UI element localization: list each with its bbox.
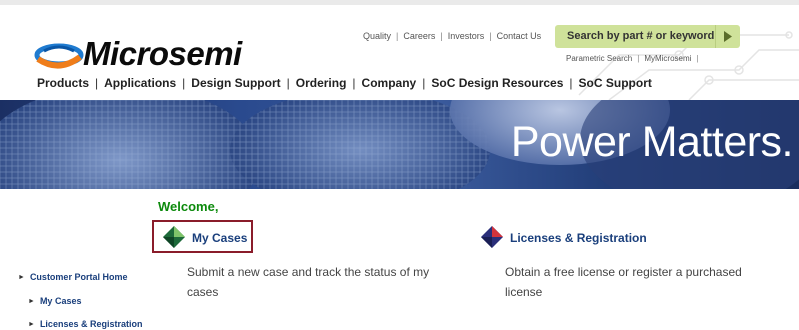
licenses-registration-link[interactable]: Licenses & Registration	[510, 231, 647, 245]
nav-item-ordering[interactable]: Ordering	[296, 76, 347, 90]
bullet-icon: ►	[28, 321, 35, 328]
nav-item-soc-design-resources[interactable]: SoC Design Resources	[431, 76, 563, 90]
welcome-heading: Welcome,	[158, 199, 219, 214]
utility-nav: Quality | Careers | Investors | Contact Us	[363, 31, 542, 41]
banner-title: Power Matters.	[510, 118, 794, 166]
util-link-parametric-search[interactable]: Parametric Search	[566, 54, 632, 63]
sidebar-item-label: Customer Portal Home	[29, 272, 128, 282]
sidebar-item-label: My Cases	[39, 296, 82, 306]
sidebar-item-my-cases[interactable]: ► My Cases	[28, 296, 81, 306]
nav-item-soc-support[interactable]: SoC Support	[579, 76, 652, 90]
search-go-button[interactable]	[715, 25, 740, 48]
nav-item-design-support[interactable]: Design Support	[191, 76, 280, 90]
licenses-description-line2: license	[505, 285, 543, 299]
my-cases-icon[interactable]	[163, 226, 185, 248]
my-cases-description-line2: cases	[187, 285, 219, 299]
bullet-icon: ►	[18, 274, 25, 281]
nav-item-applications[interactable]: Applications	[104, 76, 176, 90]
sidebar-item-customer-portal-home[interactable]: ► Customer Portal Home	[18, 272, 127, 282]
util-link-careers[interactable]: Careers	[403, 31, 435, 41]
site-header: Microsemi Quality | Careers | Investors | Cont…	[0, 5, 799, 100]
microsemi-logo-icon[interactable]	[34, 39, 84, 79]
licenses-description: Obtain a free license or register a purc…	[505, 262, 742, 302]
licenses-description-line1: Obtain a free license or register a purc…	[505, 265, 742, 279]
search-label[interactable]: Search by part # or keyword	[567, 30, 714, 42]
licenses-icon[interactable]	[481, 226, 503, 248]
nav-item-products[interactable]: Products	[37, 76, 89, 90]
my-cases-link[interactable]: My Cases	[192, 231, 247, 245]
search-box[interactable]: Search by part # or keyword	[555, 25, 740, 48]
my-cases-description-line1: Submit a new case and track the status o…	[187, 265, 430, 279]
sidebar-item-licenses-registration[interactable]: ► Licenses & Registration	[28, 319, 142, 329]
main-nav: Products | Applications | Design Support | Ord…	[37, 76, 652, 90]
hero-banner: Power Matters.	[0, 100, 799, 189]
my-cases-description: Submit a new case and track the status o…	[187, 262, 429, 302]
util-link-contact-us[interactable]: Contact Us	[497, 31, 542, 41]
util-link-mymicrosemi[interactable]: MyMicrosemi	[644, 54, 691, 63]
utility-nav-secondary: Parametric Search | MyMicrosemi |	[566, 54, 699, 63]
play-arrow-icon	[724, 31, 732, 42]
brand-name[interactable]: Microsemi	[83, 35, 242, 73]
util-link-investors[interactable]: Investors	[448, 31, 485, 41]
sidebar-item-label: Licenses & Registration	[39, 319, 143, 329]
nav-item-company[interactable]: Company	[362, 76, 417, 90]
bullet-icon: ►	[28, 298, 35, 305]
util-link-quality[interactable]: Quality	[363, 31, 391, 41]
